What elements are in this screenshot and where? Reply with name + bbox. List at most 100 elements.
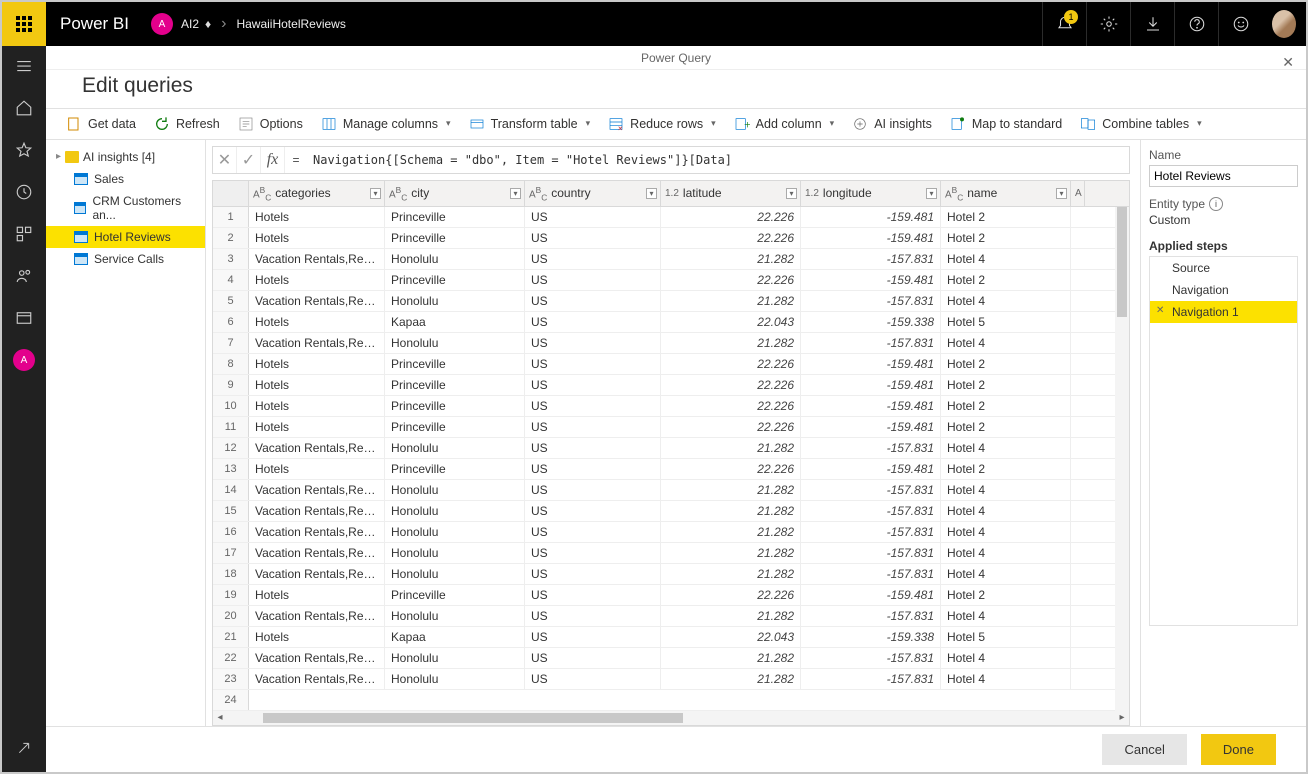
row-number[interactable]: 9 [213, 375, 249, 395]
nav-menu-button[interactable] [12, 54, 36, 78]
cell-longitude[interactable]: -157.831 [801, 564, 941, 584]
vertical-scrollbar[interactable] [1115, 207, 1129, 711]
row-number[interactable]: 20 [213, 606, 249, 626]
options-button[interactable]: Options [238, 116, 303, 132]
cell-country[interactable]: US [525, 606, 661, 626]
cell-name[interactable]: Hotel 4 [941, 501, 1071, 521]
cell-categories[interactable]: Vacation Rentals,Resorts &... [249, 564, 385, 584]
cell-name[interactable]: Hotel 2 [941, 270, 1071, 290]
query-item[interactable]: CRM Customers an... [46, 190, 205, 226]
row-number[interactable]: 17 [213, 543, 249, 563]
column-filter-button[interactable]: ▾ [1056, 188, 1067, 199]
cell-city[interactable]: Princeville [385, 228, 525, 248]
nav-apps[interactable] [12, 222, 36, 246]
cell-longitude[interactable]: -159.481 [801, 585, 941, 605]
column-header-extra[interactable]: A [1071, 181, 1085, 206]
cell-name[interactable]: Hotel 2 [941, 207, 1071, 227]
cell-latitude[interactable]: 22.226 [661, 375, 801, 395]
cell-name[interactable]: Hotel 4 [941, 648, 1071, 668]
cell-longitude[interactable]: -157.831 [801, 333, 941, 353]
cell-city[interactable]: Honolulu [385, 438, 525, 458]
cell-country[interactable]: US [525, 564, 661, 584]
cell-longitude[interactable]: -159.481 [801, 375, 941, 395]
cell-latitude[interactable]: 21.282 [661, 501, 801, 521]
cell-longitude[interactable]: -159.338 [801, 627, 941, 647]
cell-categories[interactable]: Hotels [249, 375, 385, 395]
row-number[interactable]: 10 [213, 396, 249, 416]
cell-categories[interactable]: Hotels [249, 585, 385, 605]
cell-latitude[interactable]: 21.282 [661, 648, 801, 668]
cell-name[interactable]: Hotel 4 [941, 606, 1071, 626]
cell-country[interactable]: US [525, 375, 661, 395]
cell-categories[interactable]: Vacation Rentals,Resorts &... [249, 480, 385, 500]
cell-categories[interactable]: Vacation Rentals,Resorts &... [249, 333, 385, 353]
queries-folder[interactable]: ▸ AI insights [4] [46, 146, 205, 168]
cell-country[interactable]: US [525, 627, 661, 647]
nav-favorites[interactable] [12, 138, 36, 162]
cell-city[interactable]: Honolulu [385, 480, 525, 500]
cell-name[interactable]: Hotel 2 [941, 375, 1071, 395]
cell-name[interactable]: Hotel 4 [941, 522, 1071, 542]
cell-city[interactable]: Kapaa [385, 312, 525, 332]
cell-city[interactable]: Honolulu [385, 564, 525, 584]
cell-name[interactable]: Hotel 4 [941, 543, 1071, 563]
cell-categories[interactable]: Vacation Rentals,Resorts &... [249, 606, 385, 626]
cell-country[interactable]: US [525, 501, 661, 521]
workspace-avatar[interactable]: A [151, 13, 173, 35]
cell-name[interactable]: Hotel 2 [941, 585, 1071, 605]
cell-longitude[interactable]: -159.481 [801, 396, 941, 416]
row-number-header[interactable] [213, 181, 249, 206]
row-number[interactable]: 3 [213, 249, 249, 269]
cell-city[interactable]: Honolulu [385, 606, 525, 626]
feedback-button[interactable] [1218, 2, 1262, 46]
download-button[interactable] [1130, 2, 1174, 46]
cell-country[interactable]: US [525, 417, 661, 437]
breadcrumb-workspace[interactable]: AI2 [181, 17, 199, 31]
cell-categories[interactable]: Vacation Rentals,Resorts &... [249, 438, 385, 458]
cell-city[interactable]: Kapaa [385, 627, 525, 647]
get-data-button[interactable]: Get data [66, 116, 136, 132]
cell-latitude[interactable]: 21.282 [661, 669, 801, 689]
cell-city[interactable]: Honolulu [385, 522, 525, 542]
cell-city[interactable]: Honolulu [385, 669, 525, 689]
cell-city[interactable]: Honolulu [385, 543, 525, 563]
row-number[interactable]: 15 [213, 501, 249, 521]
cell-name[interactable]: Hotel 4 [941, 438, 1071, 458]
cell-latitude[interactable]: 22.043 [661, 627, 801, 647]
map-to-standard-button[interactable]: Map to standard [950, 116, 1062, 132]
column-header-city[interactable]: ABCcity▾ [385, 181, 525, 206]
nav-home[interactable] [12, 96, 36, 120]
cell-city[interactable]: Honolulu [385, 291, 525, 311]
cell-latitude[interactable]: 21.282 [661, 480, 801, 500]
cell-longitude[interactable]: -157.831 [801, 522, 941, 542]
cell-longitude[interactable]: -157.831 [801, 501, 941, 521]
cell-country[interactable]: US [525, 312, 661, 332]
cell-latitude[interactable]: 21.282 [661, 606, 801, 626]
cell-categories[interactable]: Vacation Rentals,Resorts &... [249, 249, 385, 269]
nav-current-workspace[interactable]: A [12, 348, 36, 372]
row-number[interactable]: 5 [213, 291, 249, 311]
cell-country[interactable]: US [525, 480, 661, 500]
column-filter-button[interactable]: ▾ [646, 188, 657, 199]
cell-longitude[interactable]: -157.831 [801, 480, 941, 500]
cell-country[interactable]: US [525, 228, 661, 248]
cell-country[interactable]: US [525, 438, 661, 458]
cell-categories[interactable]: Vacation Rentals,Resorts &... [249, 291, 385, 311]
column-header-longitude[interactable]: 1.2longitude▾ [801, 181, 941, 206]
column-filter-button[interactable]: ▾ [926, 188, 937, 199]
row-number[interactable]: 21 [213, 627, 249, 647]
close-button[interactable]: ✕ [1282, 54, 1294, 71]
cell-city[interactable]: Princeville [385, 375, 525, 395]
column-header-country[interactable]: ABCcountry▾ [525, 181, 661, 206]
manage-columns-button[interactable]: Manage columns▾ [321, 116, 451, 132]
cell-longitude[interactable]: -157.831 [801, 249, 941, 269]
cell-categories[interactable]: Hotels [249, 228, 385, 248]
cell-longitude[interactable]: -159.481 [801, 417, 941, 437]
cell-latitude[interactable]: 21.282 [661, 249, 801, 269]
cell-latitude[interactable]: 22.226 [661, 459, 801, 479]
cell-country[interactable]: US [525, 459, 661, 479]
cell-latitude[interactable]: 22.226 [661, 585, 801, 605]
cell-longitude[interactable]: -159.481 [801, 270, 941, 290]
cell-country[interactable]: US [525, 543, 661, 563]
cell-longitude[interactable]: -157.831 [801, 669, 941, 689]
